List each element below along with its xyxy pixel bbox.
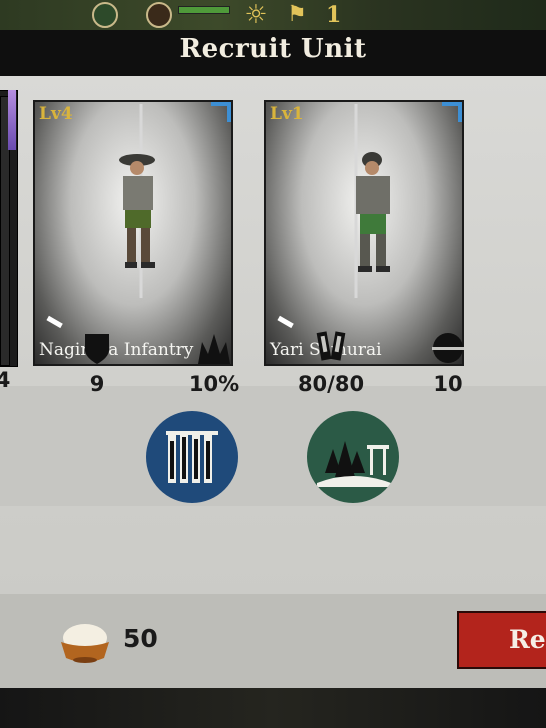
naginata-infantry-figure-icon <box>119 104 155 298</box>
equipment-slot-icon <box>277 315 294 329</box>
troops-banner-icon <box>316 331 346 361</box>
title-bar: Recruit Unit <box>0 30 546 79</box>
unit-card-yari-samurai[interactable]: Lv1 Yari Samurai <box>264 100 464 366</box>
stat-defense: 9 <box>62 330 132 396</box>
stat-value: 9 <box>89 372 105 396</box>
province-badge-icon <box>92 2 118 28</box>
health-bar <box>178 6 230 14</box>
clan-mon-icon <box>146 2 172 28</box>
sun-icon: ☼ <box>244 0 268 30</box>
crit-burst-icon <box>198 334 230 364</box>
unit-level: Lv4 <box>39 104 73 124</box>
stat-value: 10% <box>188 372 240 396</box>
trait-forest-shrine[interactable] <box>307 411 399 503</box>
yari-samurai-figure-icon <box>354 104 390 298</box>
shield-icon <box>85 334 109 364</box>
attack-icon <box>0 330 21 366</box>
card-stack-accent <box>8 90 16 150</box>
unit-card-naginata-infantry[interactable]: Lv4 Naginata Infantry <box>33 100 233 366</box>
stat-value: 10 <box>433 372 463 396</box>
recruit-cost: 50 <box>123 624 158 653</box>
horn-icon: ⚑ <box>287 2 307 27</box>
card-corner-accent <box>211 102 231 122</box>
stat-critical: 10% <box>179 330 249 396</box>
bottom-edge <box>0 688 546 728</box>
helmet-icon <box>432 333 464 363</box>
top-status-bar: ☼ ⚑ 1 <box>0 0 546 30</box>
stat-troops: 80/80 <box>296 330 366 396</box>
stat-value: 80/80 <box>297 372 365 396</box>
rice-bowl-icon <box>61 624 109 663</box>
unit-level: Lv1 <box>270 104 304 124</box>
spear-formation-icon <box>166 431 218 483</box>
stat-value: 4 <box>0 368 11 392</box>
stat-morale: 10 <box>413 330 483 396</box>
equipment-slot-icon <box>46 315 63 329</box>
forest-shrine-icon <box>317 441 391 487</box>
stat-attack: 4 <box>0 330 38 392</box>
page-title: Recruit Unit <box>179 34 367 64</box>
stats-band <box>0 386 546 506</box>
trait-spear-formation[interactable] <box>146 411 238 503</box>
card-corner-accent <box>442 102 462 122</box>
top-counter: 1 <box>326 2 342 28</box>
recruit-button[interactable]: Re <box>457 611 546 669</box>
